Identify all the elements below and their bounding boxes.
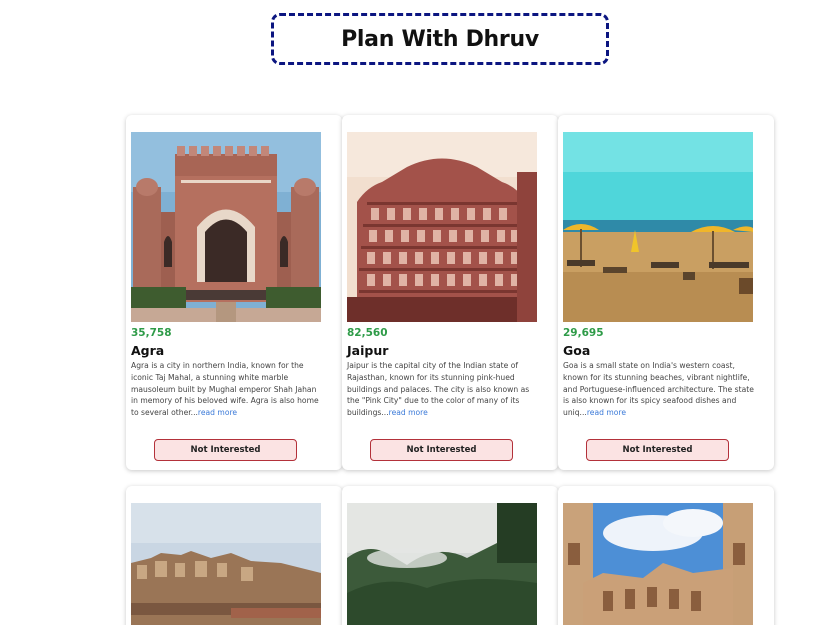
tour-info: Jaipur is the capital city of the Indian… — [347, 360, 539, 419]
title-box: Plan With Dhruv — [271, 13, 609, 65]
not-interested-button[interactable]: Not Interested — [370, 439, 513, 461]
tour-price: 35,758 — [131, 327, 172, 339]
not-interested-button[interactable]: Not Interested — [154, 439, 297, 461]
page: Plan With Dhruv 35,758 Agra Agra is a ci… — [0, 0, 835, 625]
read-more-link[interactable]: read more — [587, 408, 626, 417]
tour-image-5 — [347, 503, 537, 625]
tour-card-5 — [342, 486, 558, 625]
tour-image-jaipur — [347, 132, 537, 322]
tour-card-4 — [126, 486, 342, 625]
tour-card-agra: 35,758 Agra Agra is a city in northern I… — [126, 115, 342, 470]
tour-price: 82,560 — [347, 327, 388, 339]
tour-image-4 — [131, 503, 321, 625]
tour-card-6 — [558, 486, 774, 625]
not-interested-button[interactable]: Not Interested — [586, 439, 729, 461]
tour-image-agra — [131, 132, 321, 322]
tour-info: Agra is a city in northern India, known … — [131, 360, 323, 419]
tour-name: Goa — [563, 343, 591, 358]
read-more-link[interactable]: read more — [389, 408, 428, 417]
tour-image-goa — [563, 132, 753, 322]
tour-name: Agra — [131, 343, 165, 358]
tour-card-jaipur: 82,560 Jaipur Jaipur is the capital city… — [342, 115, 558, 470]
tour-image-6 — [563, 503, 753, 625]
tour-info-text: Jaipur is the capital city of the Indian… — [347, 361, 530, 418]
page-title: Plan With Dhruv — [341, 26, 539, 52]
read-more-link[interactable]: read more — [198, 408, 237, 417]
tour-info: Goa is a small state on India's western … — [563, 360, 755, 419]
tour-card-goa: 29,695 Goa Goa is a small state on India… — [558, 115, 774, 470]
tour-price: 29,695 — [563, 327, 604, 339]
tour-name: Jaipur — [347, 343, 389, 358]
